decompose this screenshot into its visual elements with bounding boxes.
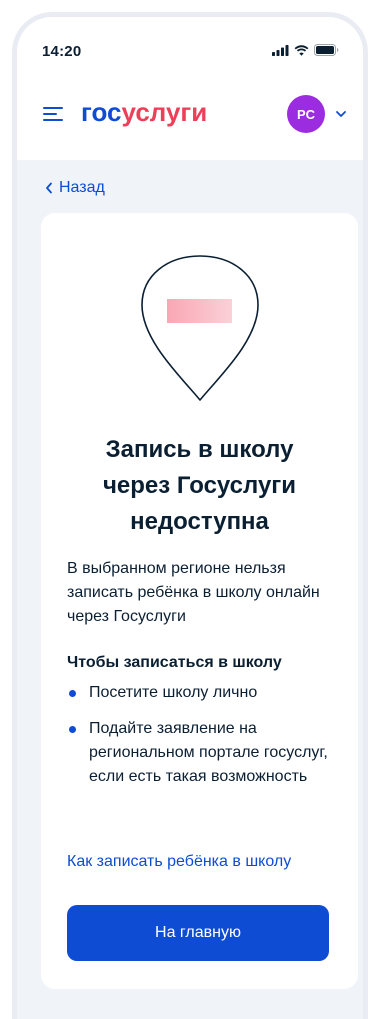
status-time: 14:20 xyxy=(42,43,82,60)
list-item: Подайте заявление на региональном портал… xyxy=(67,717,337,789)
status-icons xyxy=(272,44,339,56)
info-card: Запись в школу через Госуслуги недоступн… xyxy=(41,213,358,989)
description-text: В выбранном регионе нельзя записать ребё… xyxy=(67,560,320,625)
how-to-enroll-link[interactable]: Как записать ребёнка в школу xyxy=(67,853,291,871)
logo-part-uslugi: услуги xyxy=(121,97,208,127)
chevron-down-icon[interactable] xyxy=(335,109,347,119)
menu-icon[interactable] xyxy=(43,104,63,124)
map-pin-icon xyxy=(141,255,259,401)
back-label: Назад xyxy=(59,179,105,196)
gosuslugi-logo[interactable]: госуслуги xyxy=(81,97,207,127)
logo-part-gos: гос xyxy=(81,97,122,127)
app-header: госуслуги PC xyxy=(17,93,363,137)
top-panel: 14:20 госуслуги PC xyxy=(17,17,363,160)
steps-list: Посетите школу лично Подайте заявление н… xyxy=(67,681,337,801)
steps-heading: Чтобы записаться в школу xyxy=(67,654,282,671)
phone-frame: 14:20 госуслуги PC Назад Запись в школу … xyxy=(12,12,368,1019)
back-link[interactable]: Назад xyxy=(45,179,105,197)
user-avatar[interactable]: PC xyxy=(287,95,325,133)
wifi-icon xyxy=(294,44,309,56)
list-item: Посетите школу лично xyxy=(67,681,337,705)
signal-icon xyxy=(272,44,289,56)
home-button[interactable]: На главную xyxy=(67,905,329,961)
chevron-left-icon xyxy=(46,182,52,194)
battery-icon xyxy=(314,44,339,56)
status-bar: 14:20 xyxy=(17,17,363,77)
page-title: Запись в школу через Госуслуги недоступн… xyxy=(102,436,297,535)
